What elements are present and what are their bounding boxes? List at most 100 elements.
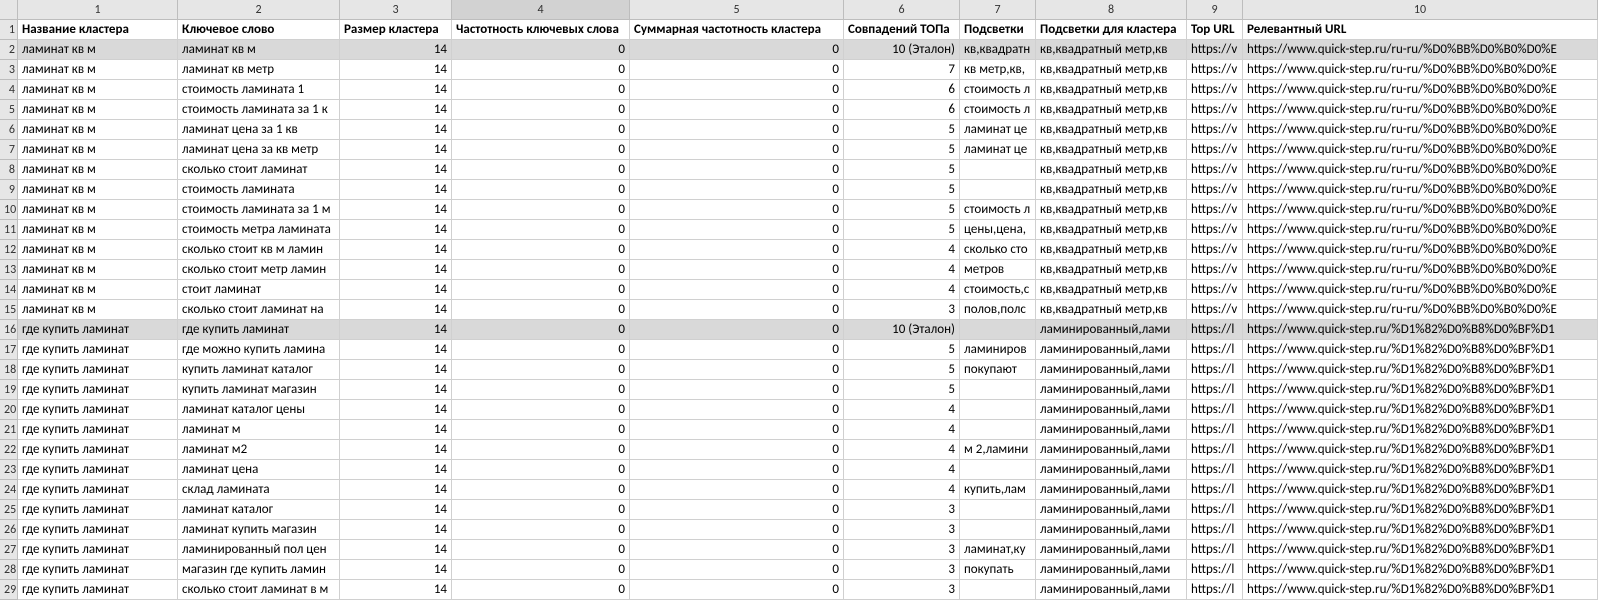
data-cell[interactable]: стоимость ламината за 1 м xyxy=(178,200,340,220)
data-cell[interactable]: 0 xyxy=(630,500,844,520)
data-cell[interactable]: 0 xyxy=(630,80,844,100)
row-header[interactable]: 12 xyxy=(0,240,18,260)
data-cell[interactable]: где купить ламинат xyxy=(18,360,178,380)
data-cell[interactable]: 4 xyxy=(844,480,960,500)
data-cell[interactable]: стоимость метра ламината xyxy=(178,220,340,240)
data-cell[interactable]: 0 xyxy=(452,420,630,440)
data-cell[interactable]: https://l xyxy=(1187,460,1243,480)
data-cell[interactable]: 6 xyxy=(844,100,960,120)
row-header[interactable]: 1 xyxy=(0,20,18,40)
data-cell[interactable]: ламинат кв м xyxy=(18,280,178,300)
header-cell-c3[interactable]: Размер кластера xyxy=(340,20,452,40)
data-cell[interactable]: 5 xyxy=(844,140,960,160)
data-cell[interactable]: кв метр,кв, xyxy=(960,60,1036,80)
data-cell[interactable]: ламинат кв м xyxy=(18,160,178,180)
row-header[interactable]: 26 xyxy=(0,520,18,540)
data-cell[interactable]: ламинированный,лами xyxy=(1036,540,1187,560)
row-header[interactable]: 24 xyxy=(0,480,18,500)
data-cell[interactable]: 0 xyxy=(630,200,844,220)
data-cell[interactable]: 5 xyxy=(844,200,960,220)
data-cell[interactable]: 14 xyxy=(340,80,452,100)
data-cell[interactable]: ламинированный,лами xyxy=(1036,460,1187,480)
data-cell[interactable]: 0 xyxy=(630,320,844,340)
data-cell[interactable]: 14 xyxy=(340,120,452,140)
data-cell[interactable]: https://www.quick-step.ru/%D1%82%D0%B8%D… xyxy=(1243,500,1598,520)
data-cell[interactable]: 3 xyxy=(844,540,960,560)
data-cell[interactable]: https://www.quick-step.ru/%D1%82%D0%B8%D… xyxy=(1243,380,1598,400)
data-cell[interactable]: ламинат цена xyxy=(178,460,340,480)
data-cell[interactable]: https://www.quick-step.ru/ru-ru/%D0%BB%D… xyxy=(1243,80,1598,100)
data-cell[interactable]: кв,квадратный метр,кв xyxy=(1036,200,1187,220)
data-cell[interactable]: https://l xyxy=(1187,360,1243,380)
data-cell[interactable]: 4 xyxy=(844,280,960,300)
data-cell[interactable]: где купить ламинат xyxy=(18,460,178,480)
data-cell[interactable]: стоимость л xyxy=(960,200,1036,220)
data-cell[interactable]: https://l xyxy=(1187,520,1243,540)
data-cell[interactable]: ламинат,ку xyxy=(960,540,1036,560)
row-header[interactable]: 13 xyxy=(0,260,18,280)
data-cell[interactable]: ламинированный,лами xyxy=(1036,560,1187,580)
data-cell[interactable]: https://www.quick-step.ru/%D1%82%D0%B8%D… xyxy=(1243,420,1598,440)
data-cell[interactable]: 10 (Эталон) xyxy=(844,40,960,60)
data-cell[interactable]: где купить ламинат xyxy=(18,540,178,560)
data-cell[interactable]: 0 xyxy=(630,460,844,480)
data-cell[interactable]: ламинат кв м xyxy=(18,100,178,120)
data-cell[interactable]: https://v xyxy=(1187,200,1243,220)
data-cell[interactable]: где купить ламинат xyxy=(178,320,340,340)
data-cell[interactable]: 3 xyxy=(844,520,960,540)
data-cell[interactable]: ламинированный,лами xyxy=(1036,320,1187,340)
data-cell[interactable]: https://l xyxy=(1187,540,1243,560)
column-header[interactable]: 10 xyxy=(1243,0,1598,20)
data-cell[interactable]: https://www.quick-step.ru/ru-ru/%D0%BB%D… xyxy=(1243,280,1598,300)
data-cell[interactable]: 14 xyxy=(340,500,452,520)
row-header[interactable]: 11 xyxy=(0,220,18,240)
data-cell[interactable]: где купить ламинат xyxy=(18,340,178,360)
data-cell[interactable]: 0 xyxy=(452,260,630,280)
data-cell[interactable]: 14 xyxy=(340,420,452,440)
data-cell[interactable]: 0 xyxy=(452,40,630,60)
header-cell-c10[interactable]: Релевантный URL xyxy=(1243,20,1598,40)
data-cell[interactable]: 0 xyxy=(452,100,630,120)
data-cell[interactable]: кв,квадратный метр,кв xyxy=(1036,80,1187,100)
data-cell[interactable]: 0 xyxy=(630,420,844,440)
data-cell[interactable]: ламинат це xyxy=(960,120,1036,140)
data-cell[interactable]: где купить ламинат xyxy=(18,320,178,340)
data-cell[interactable]: ламинированный,лами xyxy=(1036,520,1187,540)
data-cell[interactable]: https://l xyxy=(1187,380,1243,400)
data-cell[interactable]: 5 xyxy=(844,120,960,140)
data-cell[interactable]: 14 xyxy=(340,400,452,420)
data-cell[interactable]: 14 xyxy=(340,440,452,460)
data-cell[interactable]: 0 xyxy=(630,120,844,140)
row-header[interactable]: 15 xyxy=(0,300,18,320)
row-header[interactable]: 5 xyxy=(0,100,18,120)
data-cell[interactable]: https://www.quick-step.ru/ru-ru/%D0%BB%D… xyxy=(1243,100,1598,120)
data-cell[interactable]: https://www.quick-step.ru/%D1%82%D0%B8%D… xyxy=(1243,320,1598,340)
data-cell[interactable]: 14 xyxy=(340,320,452,340)
data-cell[interactable]: 0 xyxy=(452,340,630,360)
data-cell[interactable]: 0 xyxy=(452,280,630,300)
data-cell[interactable]: https://www.quick-step.ru/ru-ru/%D0%BB%D… xyxy=(1243,220,1598,240)
column-header[interactable]: 2 xyxy=(178,0,340,20)
data-cell[interactable]: где купить ламинат xyxy=(18,440,178,460)
data-cell[interactable]: ламинированный,лами xyxy=(1036,380,1187,400)
data-cell[interactable] xyxy=(960,420,1036,440)
data-cell[interactable]: 0 xyxy=(630,220,844,240)
data-cell[interactable] xyxy=(960,520,1036,540)
data-cell[interactable]: стоимость ламината 1 xyxy=(178,80,340,100)
data-cell[interactable] xyxy=(960,400,1036,420)
row-header[interactable]: 19 xyxy=(0,380,18,400)
header-cell-c2[interactable]: Ключевое слово xyxy=(178,20,340,40)
data-cell[interactable]: кв,квадратный метр,кв xyxy=(1036,260,1187,280)
data-cell[interactable]: 0 xyxy=(630,560,844,580)
spreadsheet-grid[interactable]: 123456789101Название кластераКлючевое сл… xyxy=(0,0,1610,600)
data-cell[interactable]: 14 xyxy=(340,560,452,580)
data-cell[interactable]: 0 xyxy=(630,140,844,160)
data-cell[interactable]: где купить ламинат xyxy=(18,580,178,600)
data-cell[interactable]: ламинат кв м xyxy=(18,260,178,280)
data-cell[interactable]: сколько сто xyxy=(960,240,1036,260)
data-cell[interactable]: 0 xyxy=(452,200,630,220)
data-cell[interactable]: ламинат кв м xyxy=(18,40,178,60)
data-cell[interactable]: полов,полс xyxy=(960,300,1036,320)
data-cell[interactable]: 5 xyxy=(844,220,960,240)
data-cell[interactable]: 0 xyxy=(452,480,630,500)
